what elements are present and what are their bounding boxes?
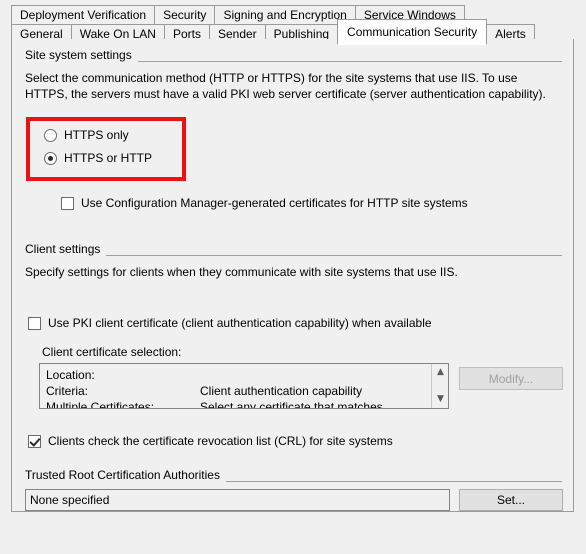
cert-row-key: Location: [46, 368, 95, 382]
client-certificate-selection-rows: Location: Criteria: Client authenticatio… [40, 364, 431, 408]
chevron-up-icon[interactable]: ▲ [432, 364, 448, 381]
client-certificate-selection-list[interactable]: Location: Criteria: Client authenticatio… [39, 363, 449, 409]
tab-signing-and-encryption[interactable]: Signing and Encryption [214, 5, 356, 26]
checkbox-generated-certificates[interactable]: Use Configuration Manager-generated cert… [61, 194, 468, 212]
trusted-root-group-label: Trusted Root Certification Authorities [25, 468, 226, 482]
site-system-settings-description: Select the communication method (HTTP or… [25, 71, 546, 101]
cert-row-value: Client authentication capability [200, 384, 363, 398]
communication-security-panel: Site system settings Select the communic… [11, 39, 574, 512]
tab-communication-security[interactable]: Communication Security [337, 19, 488, 45]
cert-row: Multiple Certificates: Select any certif… [46, 399, 431, 409]
checkbox-use-pki-client-certificate[interactable]: Use PKI client certificate (client authe… [28, 314, 432, 332]
modify-button[interactable]: Modify... [459, 367, 563, 390]
dialog-footer: OK Cancel Apply [0, 512, 586, 554]
checkbox-use-pki-client-certificate-label: Use PKI client certificate (client authe… [48, 316, 432, 330]
cert-list-scrollbar[interactable]: ▲ ▼ [431, 364, 448, 408]
site-system-settings-group-label: Site system settings [25, 48, 138, 62]
trusted-root-field[interactable]: None specified [25, 489, 450, 511]
tab-security[interactable]: Security [154, 5, 216, 26]
client-settings-group-label: Client settings [25, 242, 107, 256]
checkbox-generated-certificates-label: Use Configuration Manager-generated cert… [81, 196, 468, 210]
cert-row-key: Multiple Certificates: [46, 400, 155, 409]
client-settings-description: Specify settings for clients when they c… [25, 265, 458, 279]
cert-row: Criteria: Client authentication capabili… [46, 383, 431, 399]
tab-deployment-verification[interactable]: Deployment Verification [11, 5, 156, 26]
cert-row: Location: [46, 367, 431, 383]
highlight-annotation-box [26, 117, 186, 181]
checkbox-clients-check-crl-label: Clients check the certificate revocation… [48, 434, 393, 448]
set-button[interactable]: Set... [459, 489, 563, 511]
checkbox-clients-check-crl[interactable]: Clients check the certificate revocation… [28, 432, 393, 450]
cert-row-key: Criteria: [46, 384, 89, 398]
cert-row-value: Select any certificate that matches [200, 400, 383, 409]
checkbox-use-pki-client-certificate-indicator [28, 316, 41, 330]
client-certificate-selection-label: Client certificate selection: [42, 345, 182, 359]
cert-row-value [200, 367, 431, 383]
checkbox-clients-check-crl-indicator [28, 434, 41, 448]
chevron-down-icon[interactable]: ▼ [432, 391, 448, 408]
checkbox-generated-certificates-indicator [61, 196, 74, 210]
